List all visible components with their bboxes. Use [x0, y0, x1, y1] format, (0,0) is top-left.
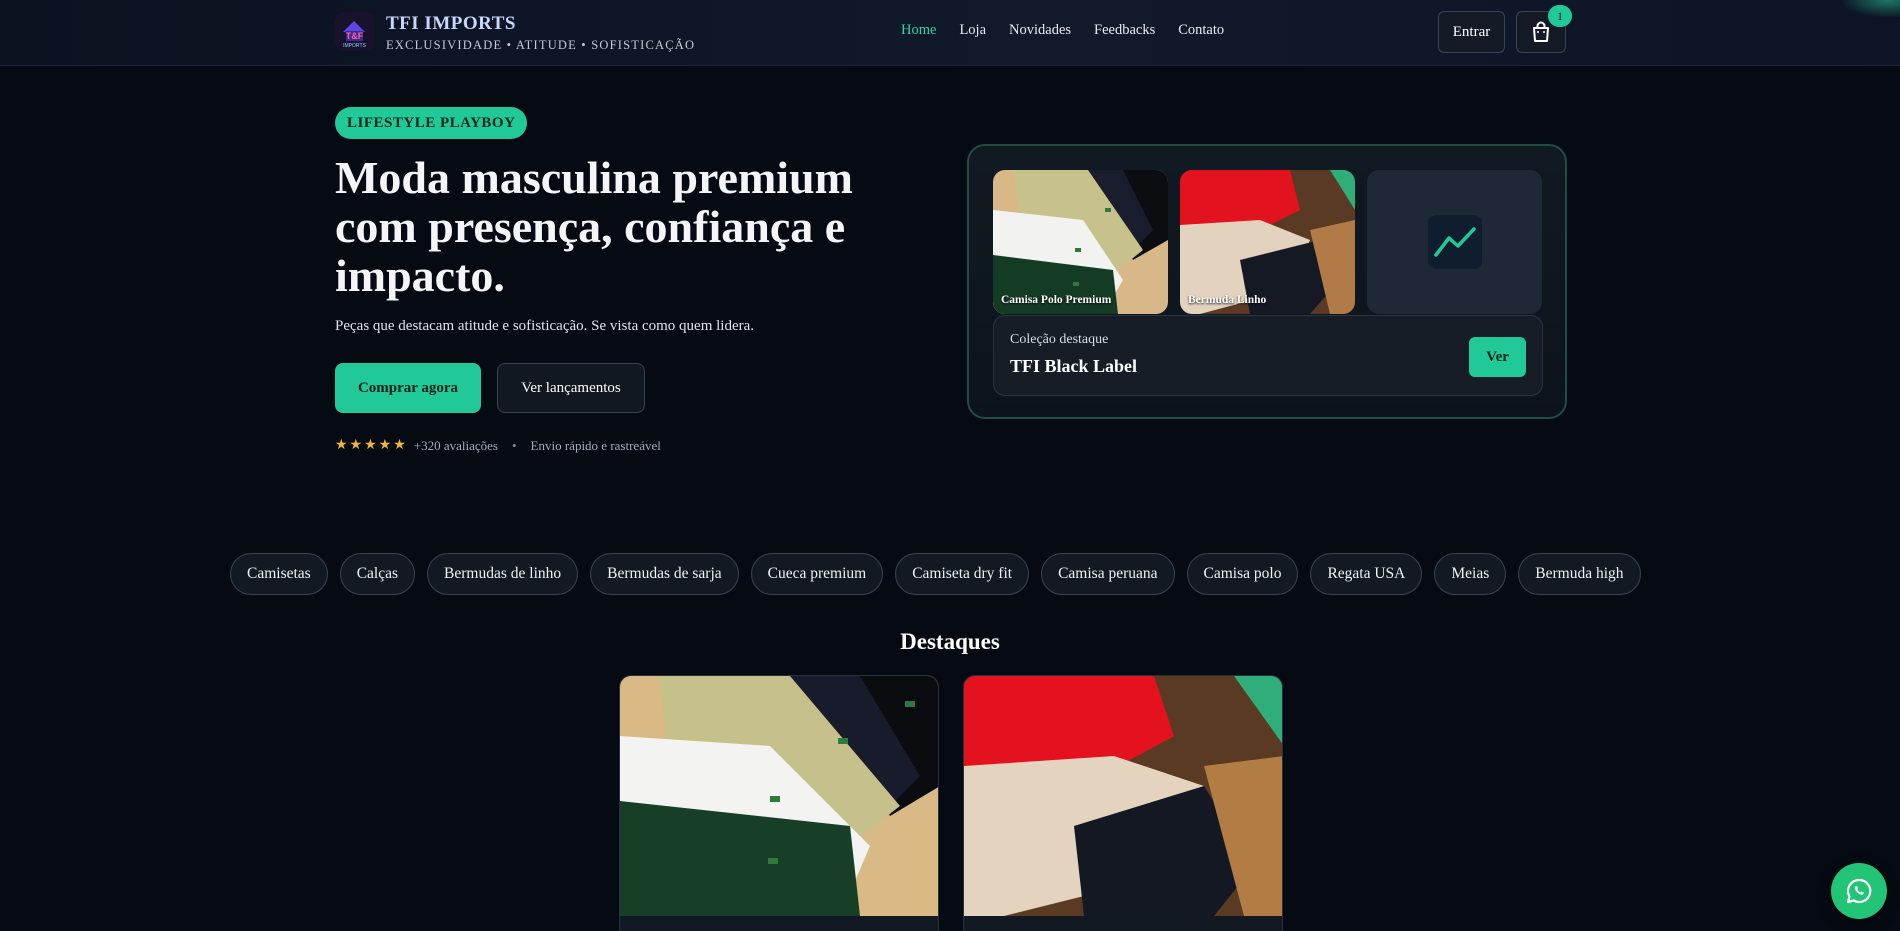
brand-logo[interactable]: T&F IMPORTS	[335, 12, 374, 51]
category-chip[interactable]: Bermudas de linho	[427, 553, 579, 595]
category-chip[interactable]: Camisetas	[230, 553, 328, 595]
nav-loja[interactable]: Loja	[959, 22, 986, 39]
thumb-bermuda-linho[interactable]: Bermuda Linho	[1180, 170, 1355, 314]
nav-feedbacks[interactable]: Feedbacks	[1094, 22, 1155, 39]
category-chip[interactable]: Meias	[1434, 553, 1507, 595]
login-button[interactable]: Entrar	[1438, 11, 1505, 53]
hero-title: Moda masculina premium com presença, con…	[335, 152, 853, 301]
collection-caption: Coleção destaque	[1010, 332, 1109, 347]
product-image	[964, 676, 1282, 916]
thumb-label: Camisa Polo Premium	[1001, 294, 1112, 306]
cart-count-badge: 1	[1548, 5, 1572, 27]
thumb-label: Bermuda Linho	[1188, 294, 1267, 306]
featured-collection-card: Camisa Polo Premium Bermuda Linho Coleçã…	[967, 144, 1567, 419]
highlights-title: Destaques	[900, 629, 1000, 654]
category-chip[interactable]: Regata USA	[1310, 553, 1423, 595]
category-chip[interactable]: Camisa polo	[1186, 553, 1299, 595]
whatsapp-button[interactable]	[1831, 863, 1887, 919]
view-collection-button[interactable]: Ver	[1469, 337, 1526, 377]
polo-shirts-image	[993, 170, 1168, 314]
category-chip[interactable]: Calças	[339, 553, 416, 595]
whatsapp-icon	[1846, 878, 1872, 904]
hero-subtitle: Peças que destacam atitude e sofisticaçã…	[335, 318, 755, 334]
product-image	[620, 676, 938, 916]
collection-name: TFI Black Label	[1010, 356, 1138, 376]
thumb-camisa-polo[interactable]: Camisa Polo Premium	[993, 170, 1168, 314]
nav-home[interactable]: Home	[901, 22, 936, 39]
rating-row: ★★★★★ +320 avaliações • Envio rápido e r…	[335, 437, 661, 454]
brand-tagline: EXCLUSIVIDADE • ATITUDE • SOFISTICAÇÃO	[386, 38, 696, 52]
separator-dot: •	[511, 437, 517, 453]
shipping-info: Envio rápido e rastreável	[530, 437, 661, 453]
nav-contato[interactable]: Contato	[1178, 22, 1224, 39]
trending-chart-icon	[1427, 215, 1482, 269]
product-card[interactable]	[963, 675, 1283, 931]
category-chips: Camisetas Calças Bermudas de linho Bermu…	[230, 553, 1653, 595]
collection-box: Coleção destaque TFI Black Label Ver	[993, 315, 1543, 396]
product-card[interactable]	[619, 675, 939, 931]
brand-name[interactable]: TFI IMPORTS	[386, 13, 516, 35]
rating-count: +320 avaliações	[413, 437, 498, 453]
shopping-bag-icon	[1533, 21, 1549, 42]
svg-text:T&F: T&F	[346, 31, 364, 41]
logo-icon: T&F IMPORTS	[335, 12, 374, 51]
nav-novidades[interactable]: Novidades	[1009, 22, 1071, 39]
decorative-glow	[1840, 0, 1900, 18]
linen-shorts-image	[1180, 170, 1355, 314]
thumb-trends[interactable]	[1367, 170, 1542, 314]
category-chip[interactable]: Cueca premium	[750, 553, 884, 595]
category-chip[interactable]: Bermudas de sarja	[590, 553, 739, 595]
category-chip[interactable]: Bermuda high	[1518, 553, 1641, 595]
rating-stars: ★★★★★	[335, 438, 408, 453]
see-launches-button[interactable]: Ver lançamentos	[497, 363, 645, 413]
category-chip[interactable]: Camiseta dry fit	[895, 553, 1030, 595]
main-nav: Home Loja Novidades Feedbacks Contato	[901, 22, 1247, 39]
svg-text:IMPORTS: IMPORTS	[343, 43, 366, 49]
hero-tag: LIFESTYLE PLAYBOY	[335, 107, 528, 139]
category-chip[interactable]: Camisa peruana	[1041, 553, 1175, 595]
buy-now-button[interactable]: Comprar agora	[335, 363, 481, 413]
